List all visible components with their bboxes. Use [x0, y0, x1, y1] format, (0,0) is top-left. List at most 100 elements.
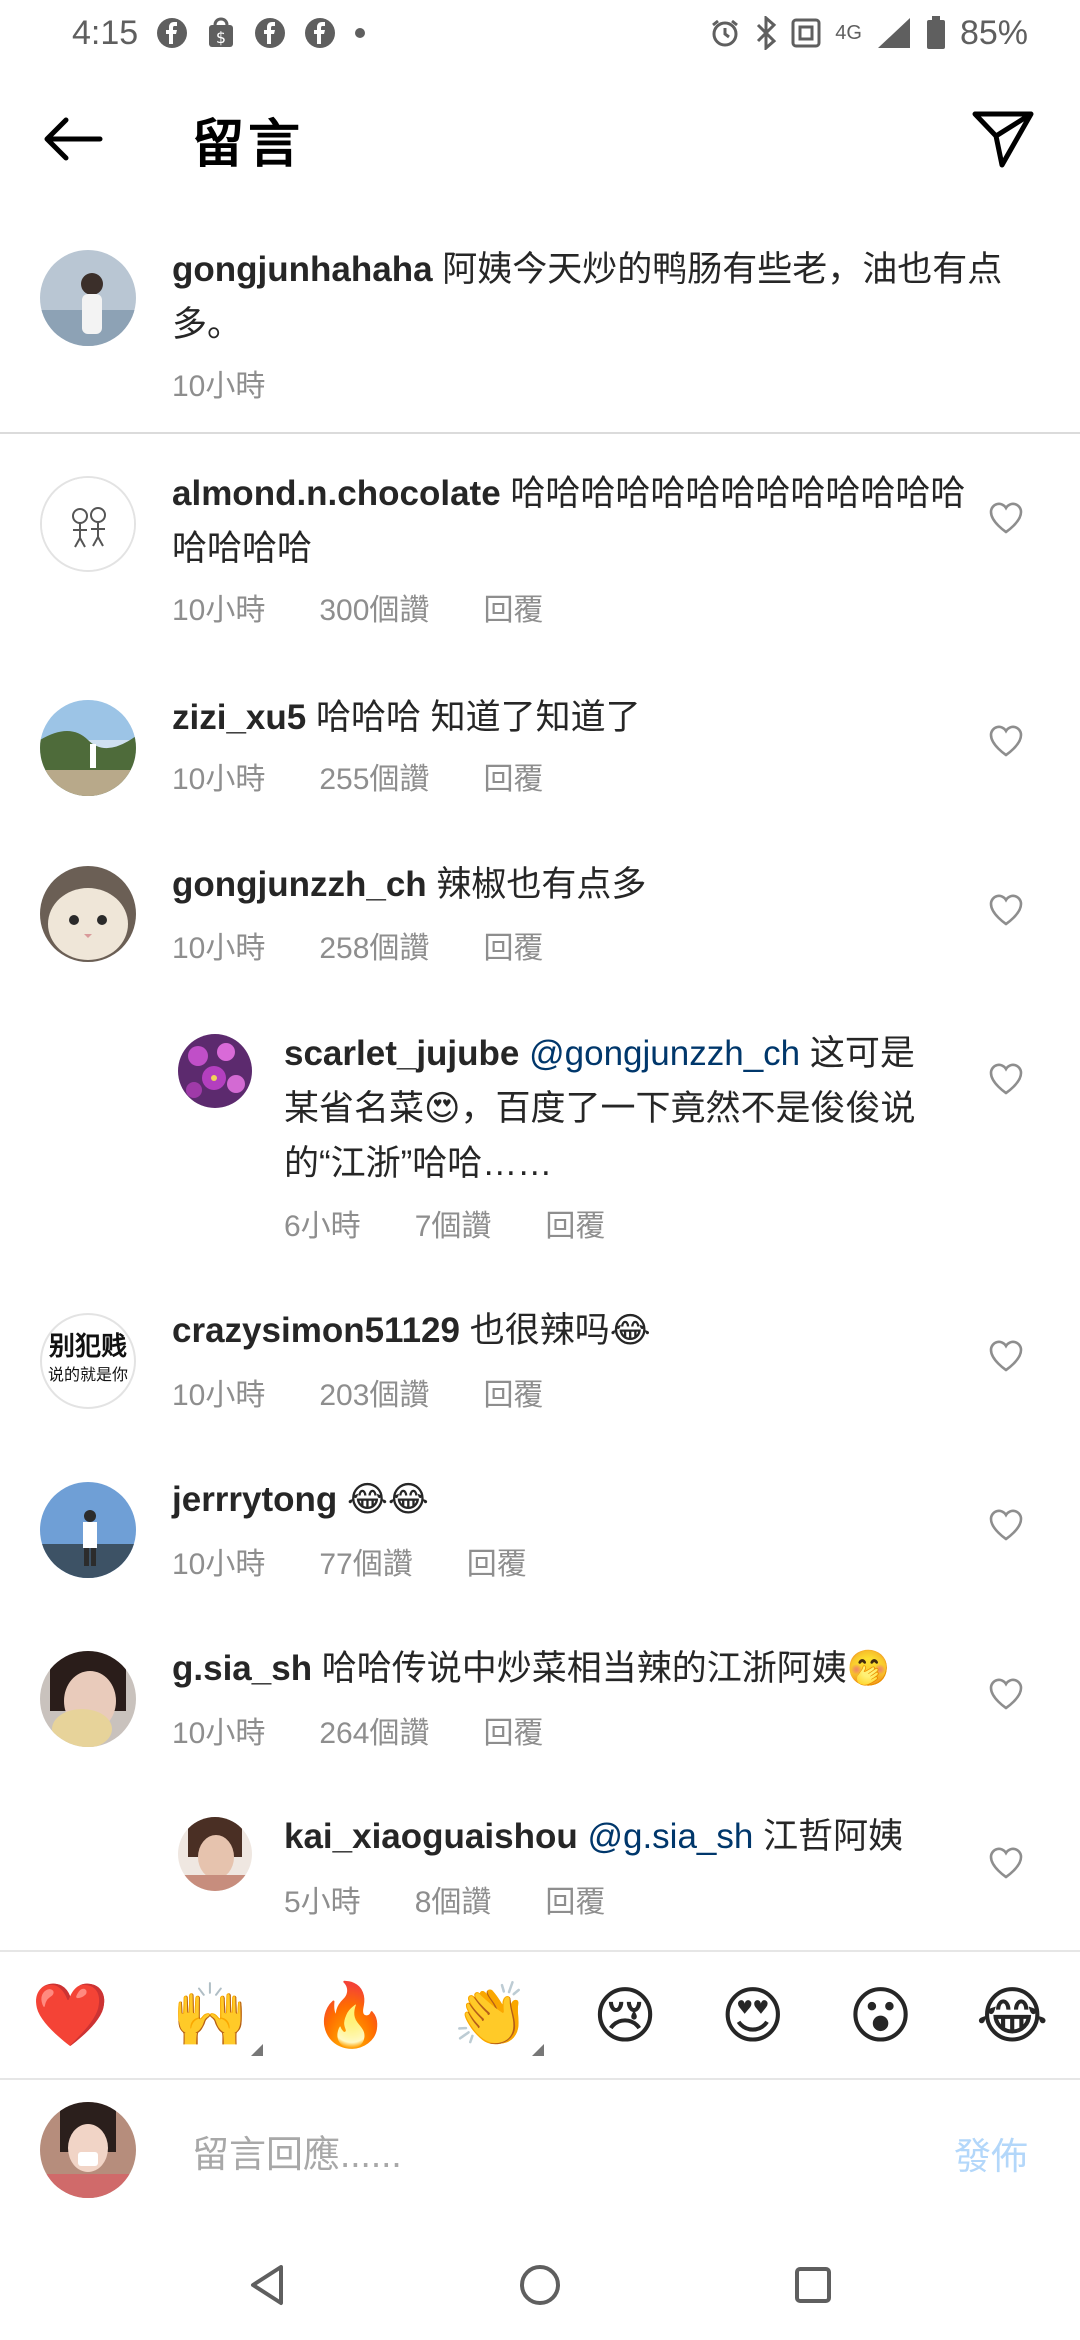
comment-time: 10小時: [172, 932, 266, 965]
comment-time: 10小時: [172, 1548, 266, 1581]
heart-icon[interactable]: [988, 1676, 1024, 1712]
comment-text: crazysimon51129 也很辣吗😂: [172, 1303, 972, 1358]
like-count[interactable]: 264個讚: [319, 1708, 429, 1752]
avatar[interactable]: [40, 700, 136, 796]
comment-meta: 10小時 203個讚 回覆: [172, 1370, 597, 1414]
reply-button[interactable]: 回覆: [467, 1539, 527, 1583]
reply-button[interactable]: 回覆: [483, 923, 543, 967]
comment-username[interactable]: kai_xiaoguaishou: [284, 1817, 578, 1856]
nav-recents-button[interactable]: [778, 2250, 848, 2320]
send-icon: [972, 111, 1034, 168]
comment-text: gongjunzzh_ch 辣椒也有点多: [172, 857, 972, 912]
heart-icon[interactable]: [988, 1845, 1024, 1881]
comment-time: 10小時: [172, 1717, 266, 1750]
like-count[interactable]: 77個讚: [319, 1539, 412, 1583]
like-count[interactable]: 258個讚: [319, 923, 429, 967]
comment-username[interactable]: crazysimon51129: [172, 1311, 460, 1350]
avatar[interactable]: [40, 476, 136, 572]
heart-icon[interactable]: [988, 500, 1024, 536]
facebook-icon: [304, 17, 336, 49]
comment-meta: 10小時 77個讚 回覆: [172, 1539, 581, 1583]
heart-icon[interactable]: [988, 892, 1024, 928]
caption-username[interactable]: gongjunhahaha: [172, 250, 433, 289]
avatar: [40, 2102, 136, 2198]
caption-meta: 10小時: [172, 361, 319, 405]
facebook-icon: [254, 17, 286, 49]
bluetooth-icon: [755, 16, 777, 50]
emoji-glyph: 🙌: [171, 1978, 250, 2051]
reply-button[interactable]: 回覆: [483, 585, 543, 629]
mention-link[interactable]: @gongjunzzh_ch: [529, 1034, 800, 1073]
shopping-bag-icon: $: [206, 17, 236, 49]
avatar[interactable]: [178, 1817, 252, 1891]
comment-username[interactable]: gongjunzzh_ch: [172, 865, 427, 904]
comment-composer: 發佈: [0, 2080, 1080, 2220]
reply-button[interactable]: 回覆: [545, 1201, 605, 1245]
avatar-text: 说的就是你: [47, 1365, 128, 1384]
comment-body: 也很辣吗😂: [459, 1311, 651, 1350]
comment-text: almond.n.chocolate 哈哈哈哈哈哈哈哈哈哈哈哈哈哈哈哈哈: [172, 466, 972, 576]
emoji-fire[interactable]: 🔥: [312, 1978, 389, 2052]
avatar[interactable]: [40, 866, 136, 962]
heart-icon[interactable]: [988, 1507, 1024, 1543]
nav-home-button[interactable]: [505, 2250, 575, 2320]
comment-time: 5小時: [284, 1886, 361, 1919]
emoji-quick-bar: ❤️ 🙌 🔥 👏 😢 😍 😮 😂: [0, 1950, 1080, 2080]
alarm-icon: [709, 17, 741, 49]
comment-meta: 10小時 264個讚 回覆: [172, 1708, 597, 1752]
facebook-icon: [156, 17, 188, 49]
like-count[interactable]: 7個讚: [415, 1201, 492, 1245]
comment-username[interactable]: almond.n.chocolate: [172, 474, 501, 513]
comment-username[interactable]: jerrrytong: [172, 1480, 337, 1519]
emoji-surprised[interactable]: 😮: [848, 1979, 913, 2052]
like-count[interactable]: 8個讚: [415, 1877, 492, 1921]
comment-text: zizi_xu5 哈哈哈 知道了知道了: [172, 690, 972, 745]
status-bar: 4:15 $ 4G 85%: [0, 0, 1080, 66]
avatar[interactable]: [40, 1482, 136, 1578]
reply-button[interactable]: 回覆: [483, 1708, 543, 1752]
signal-icon: [876, 16, 912, 50]
top-app-bar: 留言: [0, 66, 1080, 206]
comment-username[interactable]: g.sia_sh: [172, 1649, 312, 1688]
nav-back-button[interactable]: [232, 2250, 302, 2320]
comment-time: 6小時: [284, 1210, 361, 1243]
comment-body: 辣椒也有点多: [426, 865, 647, 904]
mention-link[interactable]: @g.sia_sh: [587, 1817, 753, 1856]
avatar[interactable]: [178, 1034, 252, 1108]
comment-meta: 5小時 8個讚 回覆: [284, 1877, 659, 1921]
heart-icon[interactable]: [988, 1338, 1024, 1374]
share-button[interactable]: [966, 102, 1040, 176]
skin-tone-indicator: [251, 2044, 264, 2056]
like-count[interactable]: 203個讚: [319, 1370, 429, 1414]
comment-username[interactable]: scarlet_jujube: [284, 1034, 519, 1073]
post-button[interactable]: 發佈: [954, 2126, 1028, 2180]
comment-meta: 6小時 7個讚 回覆: [284, 1201, 659, 1245]
emoji-clap[interactable]: 👏: [452, 1978, 544, 2056]
comment-input[interactable]: [190, 2124, 954, 2186]
back-button[interactable]: [40, 106, 106, 172]
emoji-crying[interactable]: 😢: [593, 1979, 658, 2052]
reply-button[interactable]: 回覆: [483, 754, 543, 798]
avatar[interactable]: 别犯贱 说的就是你: [40, 1313, 136, 1409]
emoji-laughing[interactable]: 😂: [976, 1979, 1048, 2052]
comment-username[interactable]: zizi_xu5: [172, 698, 306, 737]
caption-text: gongjunhahaha 阿姨今天炒的鸭肠有些老，油也有点多。: [172, 242, 1012, 352]
emoji-raised-hands[interactable]: 🙌: [171, 1978, 264, 2056]
avatar[interactable]: [40, 1651, 136, 1747]
comment-text: kai_xiaoguaishou @g.sia_sh 江哲阿姨: [284, 1809, 944, 1864]
comment-body: 哈哈哈 知道了知道了: [306, 698, 641, 737]
like-count[interactable]: 255個讚: [319, 754, 429, 798]
skin-tone-indicator: [531, 2044, 544, 2056]
emoji-glyph: 👏: [452, 1978, 530, 2051]
emoji-heart[interactable]: ❤️: [32, 1978, 109, 2052]
like-count[interactable]: 300個讚: [319, 585, 429, 629]
reply-button[interactable]: 回覆: [545, 1877, 605, 1921]
nav-recents-icon: [795, 2267, 832, 2303]
avatar[interactable]: [40, 250, 136, 346]
nfc-icon: [791, 18, 821, 48]
reply-button[interactable]: 回覆: [483, 1370, 543, 1414]
heart-icon[interactable]: [988, 723, 1024, 759]
comment-time: 10小時: [172, 594, 266, 627]
emoji-heart-eyes[interactable]: 😍: [720, 1979, 785, 2052]
heart-icon[interactable]: [988, 1061, 1024, 1097]
